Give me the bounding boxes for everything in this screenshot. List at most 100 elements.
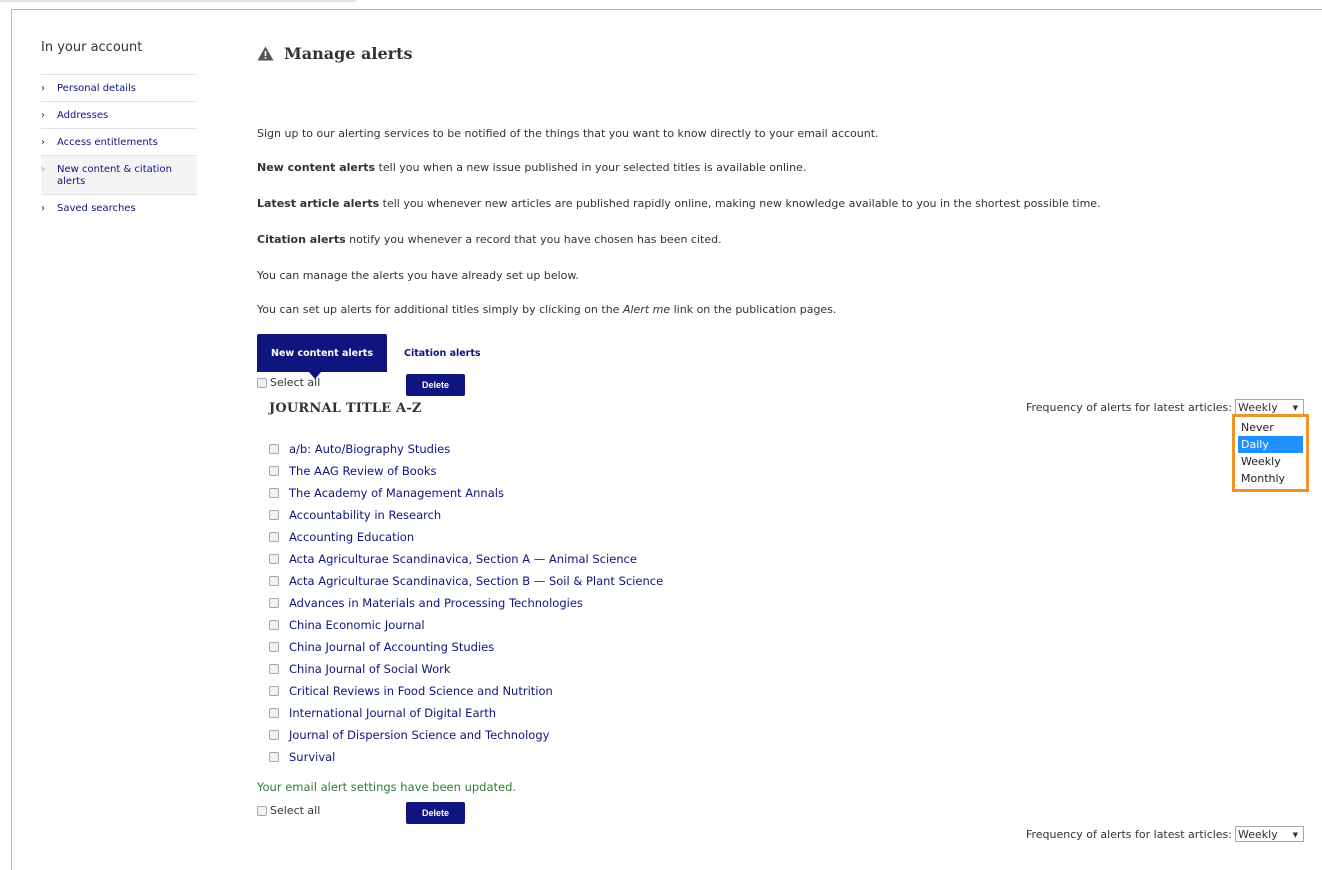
list-item[interactable]: Acta Agriculturae Scandinavica, Section …	[269, 570, 663, 592]
sidebar-item-access-entitlements[interactable]: › Access entitlements	[41, 129, 197, 156]
journal-title[interactable]: Acta Agriculturae Scandinavica, Section …	[289, 552, 637, 566]
journal-title[interactable]: The Academy of Management Annals	[289, 486, 504, 500]
sidebar-item-alerts[interactable]: › New content & citation alerts	[41, 156, 197, 195]
delete-button[interactable]: Delete	[406, 374, 465, 396]
description-text: tell you whenever new articles are publi…	[379, 197, 1101, 210]
journal-checkbox[interactable]	[269, 642, 279, 652]
select-all-label: Select all	[270, 376, 321, 389]
list-item[interactable]: a/b: Auto/Biography Studies	[269, 438, 663, 460]
journal-title[interactable]: Advances in Materials and Processing Tec…	[289, 596, 583, 610]
journal-title[interactable]: a/b: Auto/Biography Studies	[289, 442, 450, 456]
page-title-text: Manage alerts	[284, 44, 413, 63]
journal-checkbox[interactable]	[269, 554, 279, 564]
journal-checkbox[interactable]	[269, 686, 279, 696]
list-item[interactable]: China Journal of Social Work	[269, 658, 663, 680]
list-item[interactable]: Acta Agriculturae Scandinavica, Section …	[269, 548, 663, 570]
delete-button[interactable]: Delete	[406, 802, 465, 824]
journal-checkbox[interactable]	[269, 730, 279, 740]
chevron-right-icon: ›	[41, 203, 45, 214]
journal-title[interactable]: Survival	[289, 750, 335, 764]
select-all-checkbox[interactable]	[257, 805, 267, 816]
journal-list: a/b: Auto/Biography Studies The AAG Revi…	[269, 438, 663, 768]
journal-checkbox[interactable]	[269, 510, 279, 520]
journal-title[interactable]: China Journal of Accounting Studies	[289, 640, 494, 654]
alert-tabs: New content alerts Citation alerts	[257, 334, 498, 379]
chevron-right-icon: ›	[41, 110, 45, 121]
intro-paragraph: Sign up to our alerting services to be n…	[257, 127, 879, 140]
list-item[interactable]: Survival	[269, 746, 663, 768]
tab-citation-alerts[interactable]: Citation alerts	[387, 334, 498, 372]
frequency-option-weekly[interactable]: Weekly	[1238, 453, 1303, 470]
journal-checkbox[interactable]	[269, 598, 279, 608]
journal-list-heading: JOURNAL TITLE A-Z	[269, 401, 422, 416]
manage-alerts-note: You can manage the alerts you have alrea…	[257, 269, 579, 282]
page-title: Manage alerts	[257, 44, 412, 63]
frequency-select[interactable]: Weekly ▼	[1235, 826, 1304, 842]
frequency-option-never[interactable]: Never	[1238, 419, 1303, 436]
warning-icon	[257, 46, 274, 61]
sidebar-title: In your account	[41, 40, 143, 55]
sidebar-item-addresses[interactable]: › Addresses	[41, 102, 197, 129]
dropdown-arrow-icon: ▼	[1292, 831, 1298, 839]
note-text: link on the publication pages.	[670, 303, 837, 316]
journal-checkbox[interactable]	[269, 620, 279, 630]
journal-checkbox[interactable]	[269, 488, 279, 498]
list-item[interactable]: China Economic Journal	[269, 614, 663, 636]
frequency-selected-value: Weekly	[1238, 400, 1278, 414]
list-item[interactable]: Accountability in Research	[269, 504, 663, 526]
list-item[interactable]: The Academy of Management Annals	[269, 482, 663, 504]
journal-title[interactable]: International Journal of Digital Earth	[289, 706, 496, 720]
journal-checkbox[interactable]	[269, 466, 279, 476]
journal-title[interactable]: China Economic Journal	[289, 618, 425, 632]
list-item[interactable]: Accounting Education	[269, 526, 663, 548]
journal-title[interactable]: Critical Reviews in Food Science and Nut…	[289, 684, 553, 698]
term-latest-article-alerts: Latest article alerts	[257, 197, 380, 210]
select-all-label: Select all	[270, 804, 321, 817]
account-sidebar: In your account › Personal details › Add…	[41, 39, 197, 221]
term-new-content-alerts: New content alerts	[257, 161, 376, 174]
frequency-select[interactable]: Weekly ▼	[1235, 399, 1304, 415]
note-text: You can set up alerts for additional tit…	[257, 303, 623, 316]
select-all-checkbox[interactable]	[257, 377, 267, 388]
journal-title[interactable]: China Journal of Social Work	[289, 662, 451, 676]
select-all-bottom: Select all	[257, 804, 320, 817]
journal-checkbox[interactable]	[269, 752, 279, 762]
chevron-right-icon: ›	[41, 137, 45, 148]
chevron-right-icon: ›	[41, 164, 45, 175]
journal-checkbox[interactable]	[269, 708, 279, 718]
journal-title[interactable]: Accounting Education	[289, 530, 414, 544]
journal-checkbox[interactable]	[269, 576, 279, 586]
list-item[interactable]: China Journal of Accounting Studies	[269, 636, 663, 658]
select-all-top: Select all	[257, 376, 320, 389]
frequency-label: Frequency of alerts for latest articles:	[1025, 827, 1232, 841]
alert-me-term: Alert me	[622, 303, 671, 316]
citation-alerts-description: Citation alerts notify you whenever a re…	[257, 233, 722, 246]
top-divider	[0, 0, 356, 2]
new-content-alerts-description: New content alerts tell you when a new i…	[257, 161, 806, 174]
frequency-option-monthly[interactable]: Monthly	[1238, 470, 1303, 487]
tab-new-content-alerts[interactable]: New content alerts	[257, 334, 387, 379]
journal-title[interactable]: The AAG Review of Books	[289, 464, 437, 478]
sidebar-item-label: Personal details	[57, 83, 137, 94]
list-item[interactable]: The AAG Review of Books	[269, 460, 663, 482]
journal-title[interactable]: Acta Agriculturae Scandinavica, Section …	[289, 574, 663, 588]
journal-checkbox[interactable]	[269, 664, 279, 674]
frequency-option-daily[interactable]: Daily	[1238, 436, 1303, 453]
sidebar-item-personal-details[interactable]: › Personal details	[41, 75, 197, 102]
journal-checkbox[interactable]	[269, 532, 279, 542]
journal-title[interactable]: Journal of Dispersion Science and Techno…	[289, 728, 549, 742]
list-item[interactable]: International Journal of Digital Earth	[269, 702, 663, 724]
journal-title[interactable]: Accountability in Research	[289, 508, 441, 522]
setup-alerts-note: You can set up alerts for additional tit…	[257, 303, 836, 316]
sidebar-item-label: Access entitlements	[57, 137, 158, 148]
frequency-control-top: Frequency of alerts for latest articles:…	[1026, 399, 1304, 415]
journal-checkbox[interactable]	[269, 444, 279, 454]
frequency-label: Frequency of alerts for latest articles:	[1025, 400, 1232, 414]
sidebar-item-saved-searches[interactable]: › Saved searches	[41, 195, 197, 221]
description-text: tell you when a new issue published in y…	[375, 161, 807, 174]
term-citation-alerts: Citation alerts	[257, 233, 346, 246]
list-item[interactable]: Critical Reviews in Food Science and Nut…	[269, 680, 663, 702]
sidebar-item-label: Addresses	[57, 110, 109, 121]
list-item[interactable]: Journal of Dispersion Science and Techno…	[269, 724, 663, 746]
list-item[interactable]: Advances in Materials and Processing Tec…	[269, 592, 663, 614]
